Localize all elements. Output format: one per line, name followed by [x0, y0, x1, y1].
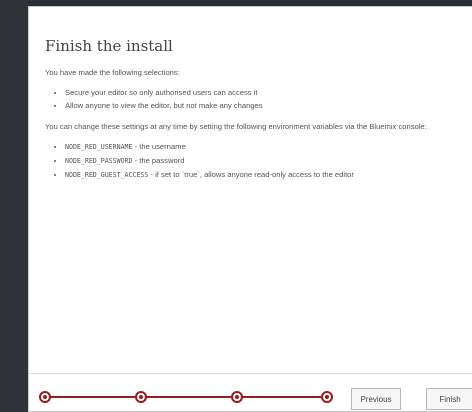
- list-item: Allow anyone to view the editor, but not…: [65, 99, 461, 112]
- step-3-dot: [231, 391, 243, 403]
- list-item: NODE_RED_GUEST_ACCESS - if set to `true`…: [65, 168, 461, 182]
- previous-button[interactable]: Previous: [351, 388, 401, 410]
- step-4-dot: [321, 391, 333, 403]
- list-item: NODE_RED_PASSWORD - the password: [65, 154, 461, 168]
- list-item: Secure your editor so only authorised us…: [65, 86, 461, 99]
- env-vars-list: NODE_RED_USERNAME - the username NODE_RE…: [45, 140, 461, 182]
- selections-list: Secure your editor so only authorised us…: [45, 86, 461, 112]
- env-var-name: NODE_RED_PASSWORD: [65, 157, 133, 165]
- env-var-desc: - if set to `true`, allows anyone read-o…: [148, 170, 354, 179]
- step-progress-line: [45, 396, 323, 398]
- env-var-desc: - the password: [132, 156, 185, 165]
- step-progress: [39, 390, 333, 404]
- env-var-desc: - the username: [132, 142, 186, 151]
- app-background: Finish the install You have made the fol…: [0, 0, 472, 412]
- env-var-name: NODE_RED_USERNAME: [65, 143, 133, 151]
- step-2-dot: [135, 391, 147, 403]
- left-rail: [0, 0, 28, 412]
- list-item: NODE_RED_USERNAME - the username: [65, 140, 461, 154]
- install-dialog: Finish the install You have made the fol…: [28, 6, 472, 412]
- step-1-dot: [39, 391, 51, 403]
- env-var-name: NODE_RED_GUEST_ACCESS: [65, 171, 149, 179]
- intro-text: You have made the following selections:: [45, 68, 180, 77]
- change-note: You can change these settings at any tim…: [45, 122, 427, 131]
- dialog-footer: Previous Finish: [29, 373, 472, 411]
- finish-button[interactable]: Finish: [426, 388, 472, 410]
- dialog-content: Finish the install You have made the fol…: [29, 7, 472, 182]
- dialog-title: Finish the install: [45, 37, 173, 55]
